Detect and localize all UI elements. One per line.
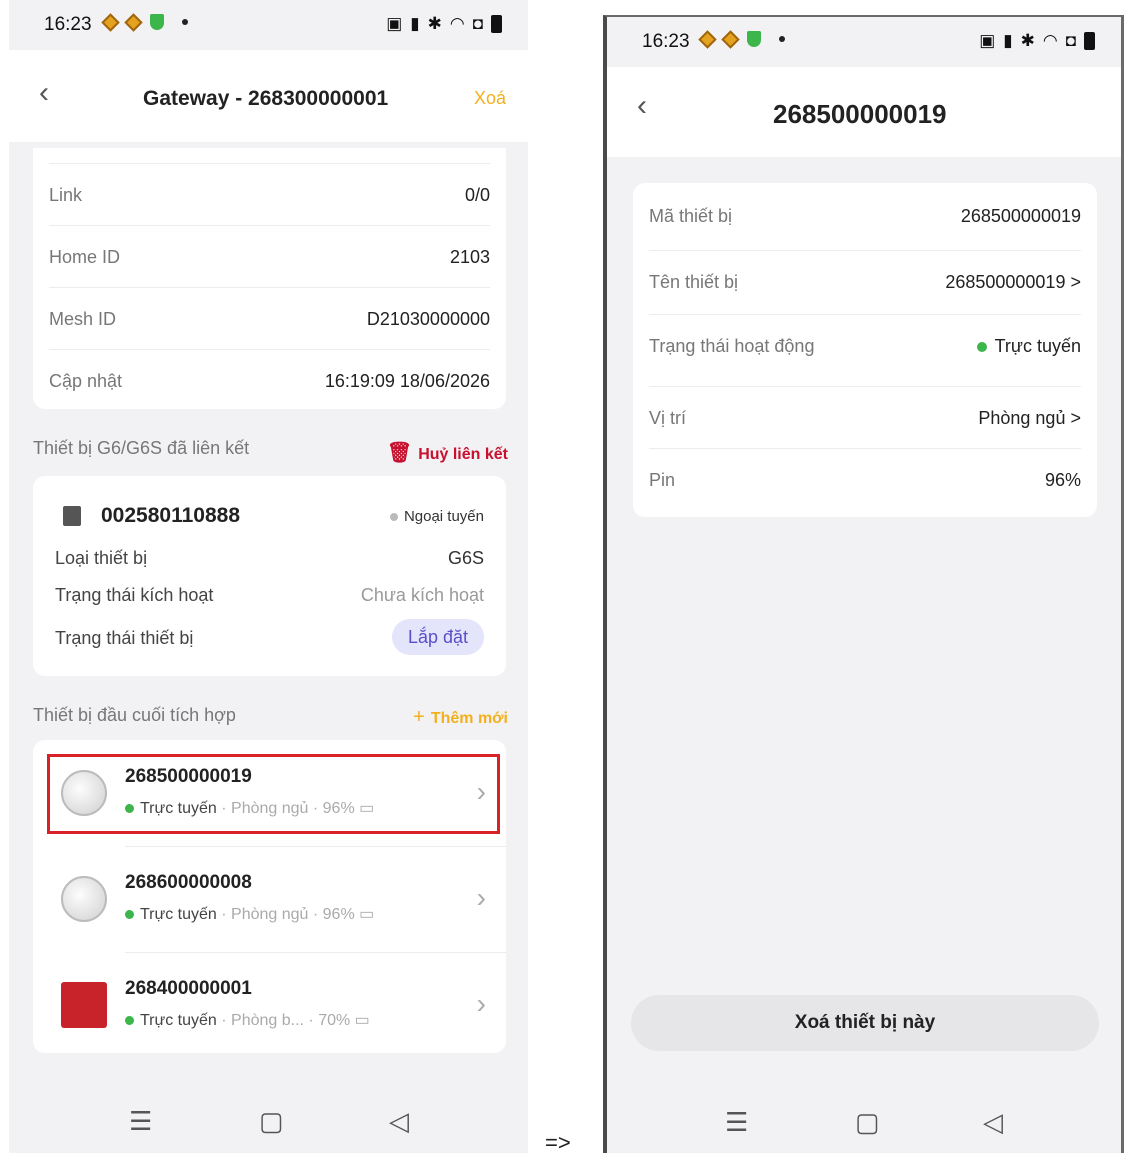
bluetooth-icon: ✱ xyxy=(427,14,442,33)
nfc-icon: ◘ xyxy=(1065,31,1076,50)
detail-row-device-name[interactable]: Tên thiết bị 268500000019 > xyxy=(649,251,1081,315)
back-triangle-icon[interactable]: ◁ xyxy=(389,1106,409,1137)
install-status-badge: Lắp đặt xyxy=(391,619,484,655)
online-dot-icon xyxy=(125,1016,134,1025)
info-row-updated: Cập nhật 16:19:09 18/06/2026 xyxy=(49,371,490,391)
chevron-right-icon: > xyxy=(1070,272,1081,292)
list-item[interactable]: 268400000001 Trực tuyến · Phòng b... · 7… xyxy=(33,952,506,1058)
back-arrow-icon[interactable]: ‹ xyxy=(637,89,647,123)
cast-icon: ▣ xyxy=(386,14,403,33)
battery-icon xyxy=(1084,32,1095,50)
wifi-icon: ◠ xyxy=(449,14,465,33)
cast-icon: ▣ xyxy=(979,31,996,50)
list-item[interactable]: 268600000008 Trực tuyến · Phòng ngủ · 96… xyxy=(33,846,506,952)
back-arrow-icon[interactable]: ‹ xyxy=(39,76,49,110)
info-row-link: Link 0/0 xyxy=(49,164,490,226)
linked-device-id: 002580110888 xyxy=(101,504,240,527)
notification-icon xyxy=(721,29,740,49)
end-devices-section-title: Thiết bị đầu cuối tích hợp xyxy=(33,705,236,725)
plus-icon: + xyxy=(413,706,425,728)
gateway-info-card: Link 0/0 Home ID 2103 Mesh ID D210300000… xyxy=(33,148,506,409)
status-bar: 16:23 ▣ ▮ ✱ ◠ ◘ xyxy=(9,0,528,50)
page-title: 268500000019 xyxy=(773,99,947,129)
more-notifications-icon xyxy=(182,19,188,25)
trash-icon: 🗑 xyxy=(386,442,413,464)
fire-alarm-button-icon xyxy=(61,982,107,1028)
delete-device-button[interactable]: Xoá thiết bị này xyxy=(631,995,1099,1051)
home-icon[interactable]: ▢ xyxy=(259,1106,284,1137)
vibrate-icon: ▮ xyxy=(1003,31,1013,50)
offline-dot-icon xyxy=(389,513,398,521)
shield-icon xyxy=(747,31,761,47)
chevron-right-icon: › xyxy=(476,988,486,1019)
status-time: 16:23 xyxy=(642,31,690,52)
wifi-icon: ◠ xyxy=(1042,31,1058,50)
info-row-home-id: Home ID 2103 xyxy=(49,226,490,288)
app-header: ‹ 268500000019 xyxy=(607,67,1121,157)
page-title: Gateway - 268300000001 xyxy=(143,87,389,110)
detail-row-device-code: Mã thiết bị 268500000019 xyxy=(649,185,1081,251)
sensor-icon xyxy=(61,876,107,922)
right-screen: 16:23 ▣ ▮ ✱ ◠ ◘ ‹ 268500000019 Mã thiết … xyxy=(603,15,1124,1153)
status-time: 16:23 xyxy=(44,14,92,35)
delete-link[interactable]: Xoá xyxy=(474,88,506,109)
nfc-icon: ◘ xyxy=(472,14,483,33)
notification-icon xyxy=(124,12,143,32)
notification-icon xyxy=(698,29,717,49)
online-dot-icon xyxy=(976,342,987,352)
system-nav-bar: ☰ ▢ ◁ xyxy=(9,1094,528,1153)
highlight-box xyxy=(47,754,500,834)
menu-icon[interactable]: ☰ xyxy=(129,1106,152,1137)
transition-arrow: => xyxy=(545,1130,571,1155)
vibrate-icon: ▮ xyxy=(410,14,420,33)
end-devices-list: 268500000019 Trực tuyến · Phòng ngủ · 96… xyxy=(33,740,506,1053)
detail-row-status: Trạng thái hoạt động Trực tuyến xyxy=(649,315,1081,387)
detail-row-location[interactable]: Vị trí Phòng ngủ > xyxy=(649,387,1081,449)
chevron-right-icon: › xyxy=(476,882,486,913)
chevron-right-icon: > xyxy=(1070,408,1081,428)
linked-device-card[interactable]: 002580110888 Ngoại tuyến Loại thiết bị G… xyxy=(33,476,506,676)
unlink-button[interactable]: 🗑 Huỷ liên kết xyxy=(387,440,508,465)
battery-small-icon: ▭ xyxy=(350,1012,370,1029)
battery-icon xyxy=(491,15,502,33)
device-detail-card: Mã thiết bị 268500000019 Tên thiết bị 26… xyxy=(633,183,1097,517)
home-icon[interactable]: ▢ xyxy=(855,1107,880,1138)
more-notifications-icon xyxy=(779,36,785,42)
back-triangle-icon[interactable]: ◁ xyxy=(983,1107,1003,1138)
notification-icon xyxy=(101,12,120,32)
app-header: ‹ Gateway - 268300000001 Xoá xyxy=(9,50,528,142)
system-nav-bar: ☰ ▢ ◁ xyxy=(607,1095,1121,1153)
left-screen: 16:23 ▣ ▮ ✱ ◠ ◘ ‹ Gateway - 268300000001… xyxy=(9,0,528,1153)
device-icon xyxy=(63,506,81,526)
bluetooth-icon: ✱ xyxy=(1020,31,1035,50)
battery-small-icon: ▭ xyxy=(354,906,375,923)
info-row-mesh-id: Mesh ID D21030000000 xyxy=(49,288,490,350)
linked-device-status: Ngoại tuyến xyxy=(389,508,484,525)
add-new-button[interactable]: + Thêm mới xyxy=(413,706,508,729)
shield-icon xyxy=(150,14,164,30)
linked-section-title: Thiết bị G6/G6S đã liên kết xyxy=(33,438,250,458)
status-bar: 16:23 ▣ ▮ ✱ ◠ ◘ xyxy=(607,17,1121,67)
online-dot-icon xyxy=(125,910,134,919)
menu-icon[interactable]: ☰ xyxy=(725,1107,748,1138)
detail-row-battery: Pin 96% xyxy=(649,470,1081,490)
